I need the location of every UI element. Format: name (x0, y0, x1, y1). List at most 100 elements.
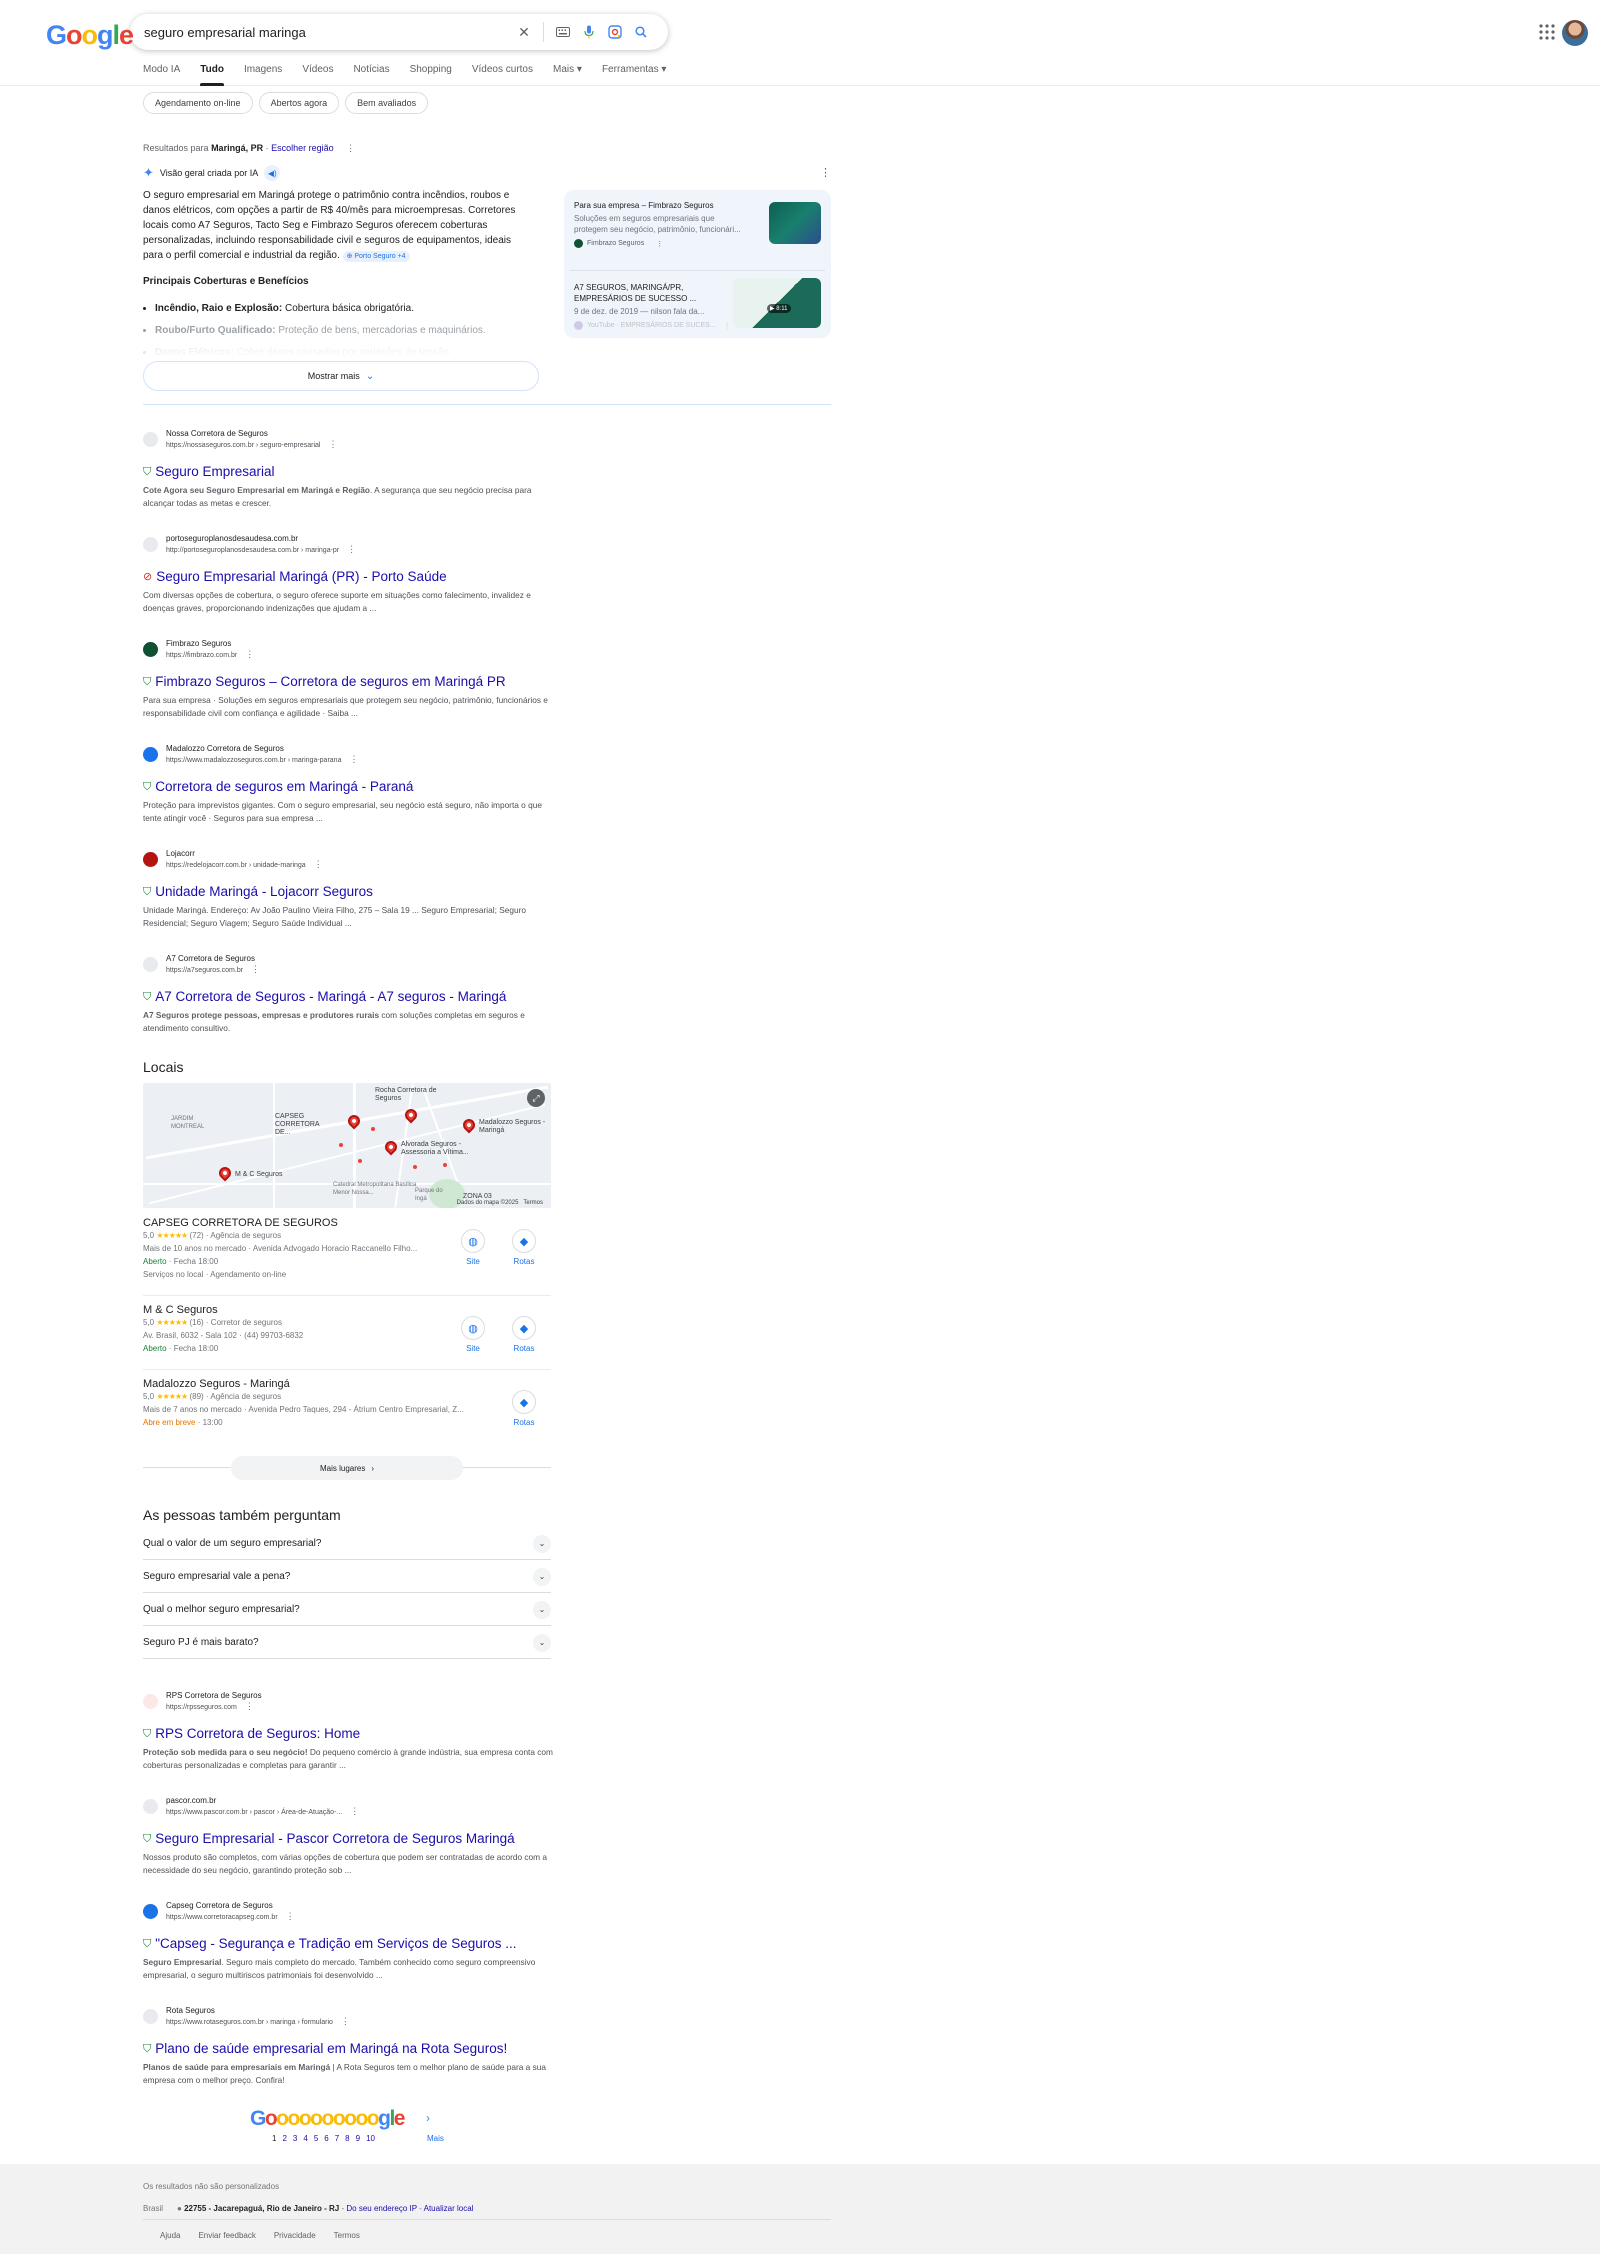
kebab-icon[interactable]: ⋮ (349, 754, 358, 764)
result-title-link[interactable]: ⊘ Seguro Empresarial Maringá (PR) - Porto… (143, 568, 553, 586)
page-2[interactable]: 2 (282, 2134, 286, 2143)
tab-noticias[interactable]: Notícias (353, 64, 389, 86)
page-3[interactable]: 3 (293, 2134, 297, 2143)
tab-modo-ia[interactable]: Modo IA (143, 64, 180, 86)
search-box[interactable]: seguro empresarial maringa ✕ (130, 14, 668, 50)
expand-map-icon[interactable]: ⤢ (527, 1089, 545, 1107)
place-name[interactable]: Madalozzo Seguros - Maringá (143, 1378, 551, 1390)
local-place[interactable]: M & C Seguros 5,0 ★★★★★ (16) · Corretor d… (143, 1304, 551, 1355)
result-title-link[interactable]: ⛉ Fimbrazo Seguros – Corretora de seguros… (143, 673, 553, 691)
page-8[interactable]: 8 (345, 2134, 349, 2143)
kebab-icon[interactable]: ⋮ (314, 859, 323, 869)
kebab-icon[interactable]: ⋮ (251, 964, 260, 974)
show-more-button[interactable]: Mostrar mais ⌄ (143, 361, 539, 391)
page-4[interactable]: 4 (303, 2134, 307, 2143)
search-icon[interactable] (628, 19, 654, 45)
result-site[interactable]: Nossa Corretora de Seguros https://nossas… (143, 428, 553, 451)
website-button[interactable]: ◍ Site (458, 1316, 488, 1353)
directions-button[interactable]: ◆ Rotas (509, 1390, 539, 1427)
page-5[interactable]: 5 (314, 2134, 318, 2143)
result-title-link[interactable]: ⛉ RPS Corretora de Seguros: Home (143, 1725, 553, 1743)
lens-icon[interactable] (602, 19, 628, 45)
microphone-icon[interactable] (576, 19, 602, 45)
from-ip-link[interactable]: Do seu endereço IP (346, 2204, 417, 2213)
next-page-icon[interactable]: › (426, 2111, 430, 2125)
kebab-icon[interactable]: ⋮ (350, 1806, 359, 1816)
footer-link-ajuda[interactable]: Ajuda (160, 2231, 180, 2240)
source-card[interactable]: A7 SEGUROS, MARINGÁ/PR, EMPRESÁRIOS DE S… (564, 272, 831, 338)
footer-link-termos[interactable]: Termos (334, 2231, 360, 2240)
clear-icon[interactable]: ✕ (511, 19, 537, 45)
search-input[interactable]: seguro empresarial maringa (144, 25, 511, 40)
result-site[interactable]: Fimbrazo Seguros https://fimbrazo.com.br ⋮ (143, 638, 553, 661)
account-avatar[interactable] (1562, 20, 1588, 46)
result-title-link[interactable]: ⛉ Unidade Maringá - Lojacorr Seguros (143, 883, 553, 901)
chip-agendamento[interactable]: Agendamento on-line (143, 92, 253, 114)
citation-badge[interactable]: ⊕ Porto Seguro +4 (342, 251, 410, 262)
kebab-icon[interactable]: ⋮ (724, 322, 731, 330)
result-site[interactable]: Madalozzo Corretora de Seguros https://ww… (143, 743, 553, 766)
tab-shopping[interactable]: Shopping (410, 64, 452, 86)
page-10[interactable]: 10 (366, 2134, 375, 2143)
tab-videos[interactable]: Vídeos (302, 64, 333, 86)
result-title-link[interactable]: ⛉ Plano de saúde empresarial em Maringá n… (143, 2040, 553, 2058)
tab-videos-curtos[interactable]: Vídeos curtos (472, 64, 533, 86)
page-6[interactable]: 6 (324, 2134, 328, 2143)
update-location-link[interactable]: Atualizar local (424, 2204, 474, 2213)
result-title-link[interactable]: ⛉ Corretora de seguros em Maringá - Paran… (143, 778, 553, 796)
kebab-icon[interactable]: ⋮ (328, 439, 337, 449)
paa-question[interactable]: Qual o melhor seguro empresarial? ⌄ (143, 1594, 551, 1626)
paa-question[interactable]: Seguro PJ é mais barato? ⌄ (143, 1627, 551, 1659)
tab-ferramentas[interactable]: Ferramentas ▾ (602, 64, 667, 86)
map-pin[interactable] (460, 1116, 478, 1134)
local-place[interactable]: Madalozzo Seguros - Maringá 5,0 ★★★★★ (89… (143, 1378, 551, 1429)
kebab-icon[interactable]: ⋮ (346, 143, 355, 153)
kebab-icon[interactable]: ⋮ (347, 544, 356, 554)
place-name[interactable]: M & C Seguros (143, 1304, 551, 1316)
result-site[interactable]: Capseg Corretora de Seguros https://www.c… (143, 1900, 553, 1923)
page-9[interactable]: 9 (356, 2134, 360, 2143)
chip-abertos-agora[interactable]: Abertos agora (258, 92, 340, 114)
result-title-link[interactable]: ⛉ "Capseg - Segurança e Tradição em Servi… (143, 1935, 553, 1953)
result-site[interactable]: Rota Seguros https://www.rotaseguros.com.… (143, 2005, 553, 2028)
kebab-icon[interactable]: ⋮ (245, 649, 254, 659)
kebab-icon[interactable]: ⋮ (820, 166, 831, 179)
google-logo[interactable]: Google (46, 20, 134, 51)
map-pin[interactable] (345, 1112, 363, 1130)
speaker-icon[interactable]: ◀) (264, 165, 281, 181)
footer-link-feedback[interactable]: Enviar feedback (198, 2231, 255, 2240)
result-site[interactable]: RPS Corretora de Seguros https://rpssegur… (143, 1690, 553, 1713)
result-title-link[interactable]: ⛉ Seguro Empresarial - Pascor Corretora d… (143, 1830, 553, 1848)
page-7[interactable]: 7 (335, 2134, 339, 2143)
result-title-link[interactable]: ⛉ Seguro Empresarial (143, 463, 553, 481)
map-terms-link[interactable]: Termos (523, 1200, 543, 1206)
footer-link-privacidade[interactable]: Privacidade (274, 2231, 316, 2240)
directions-button[interactable]: ◆ Rotas (509, 1229, 539, 1266)
kebab-icon[interactable]: ⋮ (286, 1911, 295, 1921)
paa-question[interactable]: Seguro empresarial vale a pena? ⌄ (143, 1561, 551, 1593)
apps-grid-icon[interactable] (1538, 23, 1556, 41)
kebab-icon[interactable]: ⋮ (656, 240, 663, 248)
local-place[interactable]: CAPSEG CORRETORA DE SEGUROS 5,0 ★★★★★ (72… (143, 1217, 551, 1281)
result-site[interactable]: pascor.com.br https://www.pascor.com.br ›… (143, 1795, 553, 1818)
map-pin[interactable] (216, 1164, 234, 1182)
directions-button[interactable]: ◆ Rotas (509, 1316, 539, 1353)
next-page-link[interactable]: Mais (427, 2134, 444, 2143)
website-button[interactable]: ◍ Site (458, 1229, 488, 1266)
result-site[interactable]: Lojacorr https://redelojacorr.com.br › un… (143, 848, 553, 871)
chip-bem-avaliados[interactable]: Bem avaliados (345, 92, 429, 114)
kebab-icon[interactable]: ⋮ (341, 2016, 350, 2026)
more-places-button[interactable]: Mais lugares › (231, 1456, 463, 1480)
source-card[interactable]: Para sua empresa – Fimbrazo Seguros Solu… (564, 190, 831, 258)
tab-tudo[interactable]: Tudo (200, 64, 224, 86)
tab-imagens[interactable]: Imagens (244, 64, 282, 86)
result-site[interactable]: portoseguroplanosdesaudesa.com.br http://… (143, 533, 553, 556)
choose-region-link[interactable]: Escolher região (271, 143, 334, 153)
result-site[interactable]: A7 Corretora de Seguros https://a7seguros… (143, 953, 553, 976)
keyboard-icon[interactable] (550, 19, 576, 45)
local-map[interactable]: Rocha Corretora de Seguros CAPSEG CORRET… (143, 1083, 551, 1208)
result-title-link[interactable]: ⛉ A7 Corretora de Seguros - Maringá - A7 … (143, 988, 553, 1006)
kebab-icon[interactable]: ⋮ (245, 1701, 254, 1711)
tab-mais[interactable]: Mais ▾ (553, 64, 582, 86)
place-name[interactable]: CAPSEG CORRETORA DE SEGUROS (143, 1217, 551, 1229)
